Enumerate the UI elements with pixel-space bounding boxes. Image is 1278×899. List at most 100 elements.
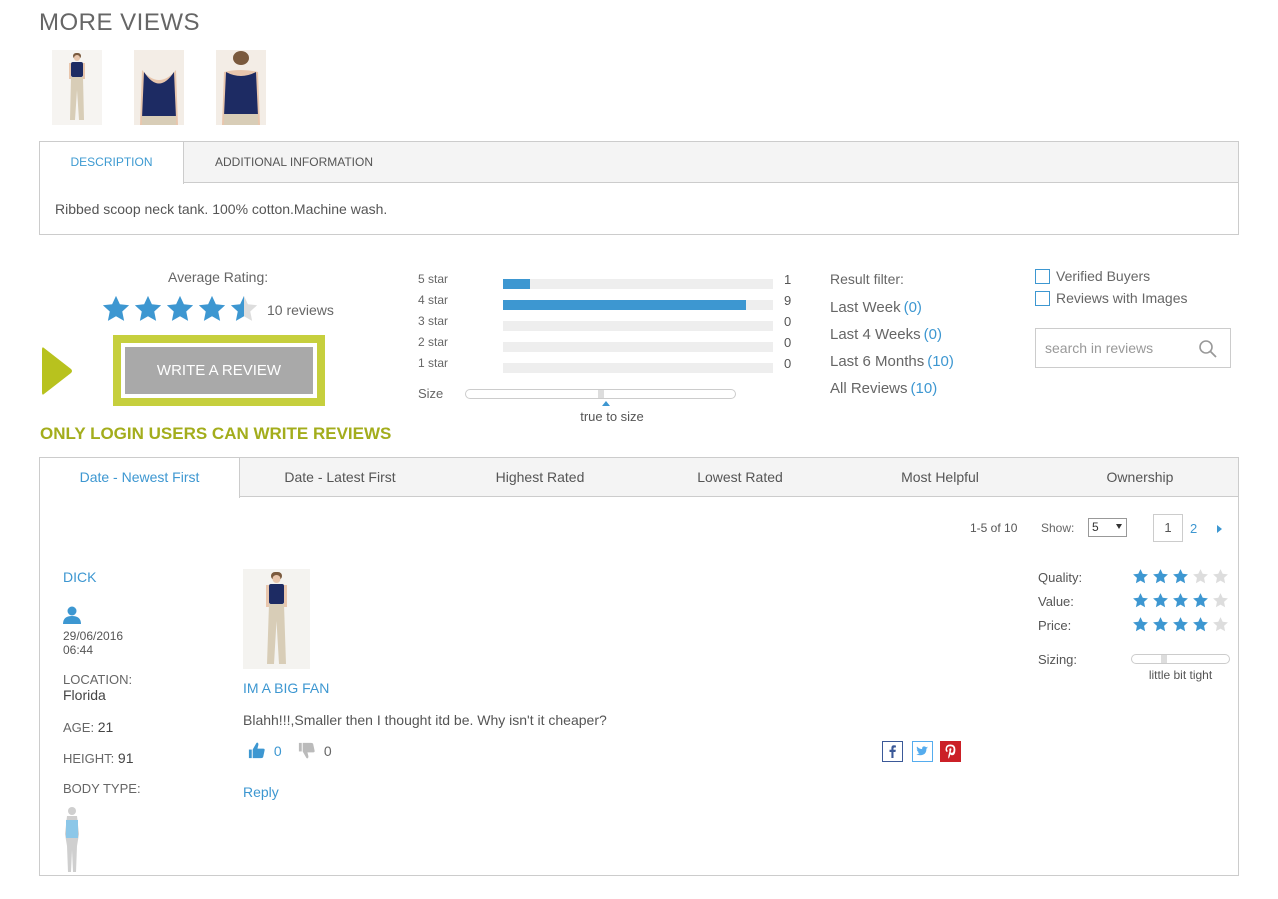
age-label: AGE: [63,720,95,735]
search-icon[interactable] [1198,339,1218,364]
aspect-rating-label: Value: [1038,594,1074,609]
height-value: 91 [117,750,134,766]
thumbs-down-icon[interactable] [297,741,316,763]
write-review-button[interactable]: WRITE A REVIEW [125,347,313,394]
rating-star-icon [230,295,258,321]
page-current[interactable]: 1 [1153,514,1183,542]
thumbnail-front-close[interactable] [134,50,184,125]
reviews-count: 10 reviews [267,302,334,318]
location-value: Florida [63,687,106,703]
size-slider-knob [597,390,604,398]
twitter-icon[interactable] [912,741,933,762]
search-reviews-box [1035,328,1231,368]
rating-star-icon [1153,593,1168,608]
review-photo[interactable] [243,569,310,669]
sizing-slider-track [1131,654,1230,664]
pinterest-icon[interactable] [940,741,961,762]
facebook-icon[interactable] [882,741,903,762]
more-views-title: MORE VIEWS [39,9,201,36]
rating-star-icon [1193,593,1208,608]
histogram-row[interactable]: 3 star 0 [418,314,798,335]
filter-count: (10) [910,380,938,397]
filter-count: (10) [927,353,954,370]
show-label: Show: [1041,521,1075,535]
review-title[interactable]: IM A BIG FAN [243,680,329,696]
reviews-with-images-label: Reviews with Images [1056,290,1188,306]
histogram-bar [503,279,530,289]
histogram-row[interactable]: 2 star 0 [418,335,798,356]
rating-star-icon [166,295,194,321]
filter-label: Last Week [830,299,901,316]
helpful-vote[interactable]: 0 [247,741,282,763]
sizing-slider-knob [1161,655,1167,663]
body-type-label: BODY TYPE: [63,781,141,796]
verified-buyers-label: Verified Buyers [1056,268,1151,284]
histogram-label: 3 star [418,314,449,328]
unhelpful-vote[interactable]: 0 [297,741,332,763]
histogram-count: 0 [784,356,792,371]
arrow-right-icon [40,345,74,402]
histogram-count: 1 [784,272,792,287]
reply-link[interactable]: Reply [243,784,279,800]
rating-star-icon [1173,569,1188,584]
unhelpful-count: 0 [323,742,332,759]
sort-tab[interactable]: Date - Latest First [240,458,440,497]
histogram-count: 9 [784,293,792,308]
next-page-icon[interactable] [1217,525,1222,533]
rating-star-icon [1193,617,1208,632]
sort-tab[interactable]: Ownership [1040,458,1240,497]
pager-range: 1-5 of 10 [970,521,1018,535]
product-description: Ribbed scoop neck tank. 100% cotton.Mach… [55,201,388,217]
rating-star-icon [1153,569,1168,584]
checkbox-box[interactable] [1035,291,1050,306]
aspect-rating-label: Price: [1038,618,1072,633]
search-reviews-input[interactable] [1037,330,1192,366]
result-filter-title: Result filter: [830,271,904,287]
sort-tab[interactable]: Most Helpful [840,458,1040,497]
page-size-select[interactable]: 5 [1088,518,1127,537]
filter-all-reviews[interactable]: All Reviews (10) [830,380,937,397]
thumbs-up-icon[interactable] [247,741,266,763]
height-field: HEIGHT: 91 [63,750,134,766]
sort-tab[interactable]: Lowest Rated [640,458,840,497]
histogram-row[interactable]: 4 star 9 [418,293,798,314]
thumbnail-back-close[interactable] [216,50,266,125]
filter-last-6-months[interactable]: Last 6 Months (10) [830,353,954,370]
histogram-count: 0 [784,335,792,350]
product-tabs-panel: DESCRIPTION ADDITIONAL INFORMATION Ribbe… [39,141,1239,235]
filter-count: (0) [903,299,922,316]
thumbnail-full-body[interactable] [52,50,102,125]
rating-star-icon [134,295,162,321]
sort-tab[interactable]: Date - Newest First [40,458,240,498]
histogram-label: 2 star [418,335,449,349]
tab-description[interactable]: DESCRIPTION [40,142,184,184]
rating-star-icon [1213,593,1228,608]
page-link-2[interactable]: 2 [1190,521,1197,536]
rating-star-icon [1133,593,1148,608]
rating-star-icon [1173,617,1188,632]
size-value-text: true to size [580,409,644,424]
histogram-bar [503,300,746,310]
age-value: 21 [97,719,114,735]
filter-label: Last 6 Months [830,353,925,370]
sort-tab[interactable]: Highest Rated [440,458,640,497]
tab-additional-information[interactable]: ADDITIONAL INFORMATION [215,142,373,183]
histogram-row[interactable]: 1 star 0 [418,356,798,377]
filter-last-week[interactable]: Last Week (0) [830,299,922,316]
filter-label: All Reviews [830,380,908,397]
filter-last-4-weeks[interactable]: Last 4 Weeks (0) [830,326,942,343]
sizing-label: Sizing: [1038,652,1078,667]
reviewer-name[interactable]: DICK [63,569,96,585]
size-label: Size [418,386,444,401]
histogram-track [503,342,773,352]
histogram-track [503,321,773,331]
histogram-count: 0 [784,314,792,329]
histogram-track [503,300,773,310]
location-field: LOCATION: Florida [63,672,132,703]
checkbox-box[interactable] [1035,269,1050,284]
location-label: LOCATION: [63,672,133,687]
histogram-row[interactable]: 5 star 1 [418,272,798,293]
rating-star-icon [1133,617,1148,632]
sizing-value-text: little bit tight [1148,668,1213,682]
rating-star-icon [1213,617,1228,632]
